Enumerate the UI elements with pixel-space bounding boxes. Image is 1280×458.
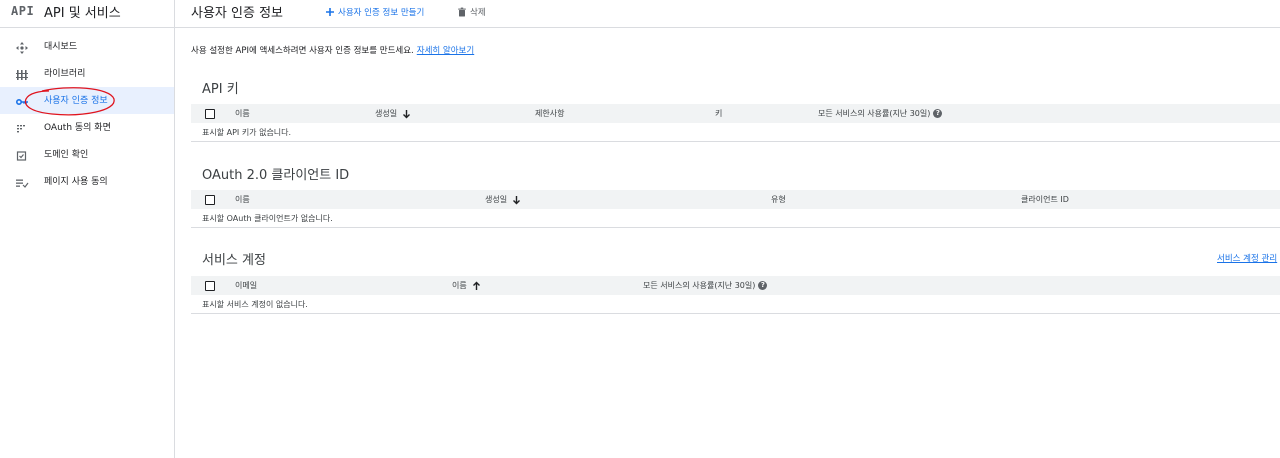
delete-label: 삭제: [470, 8, 486, 18]
trash-icon: [458, 7, 466, 17]
plus-icon: [326, 8, 334, 16]
sidebar-item-label: 대시보드: [44, 42, 78, 52]
column-header-key[interactable]: 키: [715, 108, 722, 119]
arrow-up-icon: [472, 281, 480, 290]
sidebar-item-dashboard[interactable]: 대시보드: [0, 33, 174, 60]
column-header-name[interactable]: 이름: [235, 194, 250, 205]
api-keys-table-header: 이름 생성일 제한사항 키 모든 서비스의 사용률(지난 30일)?: [191, 104, 1280, 123]
page-usage-icon: [15, 175, 29, 189]
consent-icon: [15, 121, 29, 135]
column-header-name[interactable]: 이름: [235, 108, 250, 119]
manage-service-accounts-link[interactable]: 서비스 계정 관리: [1217, 252, 1277, 264]
page-title: 사용자 인증 정보: [191, 6, 283, 21]
column-header-type[interactable]: 유형: [771, 194, 786, 205]
column-header-email[interactable]: 이메일: [235, 280, 257, 291]
intro-text: 사용 설정한 API에 액세스하려면 사용자 인증 정보를 만드세요. 자세히 알…: [191, 44, 474, 56]
empty-state-text: 표시할 API 키가 없습니다.: [202, 128, 292, 137]
oauth-clients-title: OAuth 2.0 클라이언트 ID: [202, 168, 350, 183]
sidebar-item-label: 도메인 확인: [44, 150, 89, 160]
library-icon: [15, 67, 29, 81]
select-all-checkbox[interactable]: [205, 281, 215, 291]
sidebar-item-oauth-consent[interactable]: OAuth 동의 화면: [0, 114, 174, 141]
page-header: 사용자 인증 정보 사용자 인증 정보 만들기 삭제: [175, 0, 1280, 28]
sidebar-item-label: 페이지 사용 동의: [44, 177, 108, 187]
empty-state-text: 표시할 서비스 계정이 없습니다.: [202, 300, 308, 309]
create-credentials-label: 사용자 인증 정보 만들기: [338, 8, 425, 18]
column-header-created[interactable]: 생성일: [375, 108, 411, 119]
column-header-restrictions[interactable]: 제한사항: [535, 108, 564, 119]
main-content: 사용 설정한 API에 액세스하려면 사용자 인증 정보를 만드세요. 자세히 알…: [175, 29, 1280, 458]
column-header-name[interactable]: 이름: [452, 280, 481, 291]
column-header-label: 생성일: [375, 109, 398, 118]
create-credentials-button[interactable]: 사용자 인증 정보 만들기: [325, 5, 424, 19]
intro-message: 사용 설정한 API에 액세스하려면 사용자 인증 정보를 만드세요.: [191, 46, 414, 56]
sidebar-item-library[interactable]: 라이브러리: [0, 60, 174, 87]
product-title: API 및 서비스: [44, 6, 121, 21]
column-header-label: 모든 서비스의 사용률(지난 30일): [643, 281, 756, 290]
sidebar-item-label: 사용자 인증 정보: [44, 96, 108, 106]
column-header-label: 생성일: [485, 195, 508, 204]
column-header-label: 이름: [452, 281, 467, 290]
arrow-down-icon: [513, 195, 521, 204]
delete-button[interactable]: 삭제: [457, 5, 486, 19]
empty-state-text: 표시할 OAuth 클라이언트가 없습니다.: [202, 214, 333, 223]
service-accounts-title: 서비스 계정: [202, 253, 266, 268]
sidebar: API API 및 서비스 대시보드 라이브러리 사용자 인증 정보 OAuth…: [0, 0, 175, 458]
empty-state-row: 표시할 API 키가 없습니다.: [191, 123, 1280, 142]
column-header-label: 모든 서비스의 사용률(지난 30일): [818, 109, 931, 118]
empty-state-row: 표시할 OAuth 클라이언트가 없습니다.: [191, 209, 1280, 228]
api-keys-title: API 키: [202, 82, 239, 97]
sidebar-item-page-usage-agreement[interactable]: 페이지 사용 동의: [0, 168, 174, 195]
empty-state-row: 표시할 서비스 계정이 없습니다.: [191, 295, 1280, 314]
arrow-down-icon: [403, 109, 411, 118]
dashboard-icon: [15, 40, 29, 54]
select-all-checkbox[interactable]: [205, 109, 215, 119]
oauth-table-header: 이름 생성일 유형 클라이언트 ID: [191, 190, 1280, 209]
sidebar-item-domain-verification[interactable]: 도메인 확인: [0, 141, 174, 168]
service-accounts-table-header: 이메일 이름 모든 서비스의 사용률(지난 30일)?: [191, 276, 1280, 295]
sidebar-item-label: 라이브러리: [44, 69, 86, 79]
brand-header: API API 및 서비스: [0, 0, 175, 28]
sidebar-item-credentials[interactable]: 사용자 인증 정보: [0, 87, 174, 114]
sidebar-item-label: OAuth 동의 화면: [44, 123, 111, 133]
help-icon[interactable]: ?: [933, 109, 943, 118]
sidebar-nav: 대시보드 라이브러리 사용자 인증 정보 OAuth 동의 화면 도메인 확인: [0, 33, 174, 195]
api-logo: API: [11, 4, 35, 18]
column-header-usage[interactable]: 모든 서비스의 사용률(지난 30일)?: [818, 108, 943, 119]
column-header-usage[interactable]: 모든 서비스의 사용률(지난 30일)?: [643, 280, 768, 291]
domain-check-icon: [15, 148, 29, 162]
learn-more-link[interactable]: 자세히 알아보기: [417, 46, 474, 56]
column-header-created[interactable]: 생성일: [485, 194, 521, 205]
key-icon: [15, 94, 29, 108]
help-icon[interactable]: ?: [758, 281, 768, 290]
select-all-checkbox[interactable]: [205, 195, 215, 205]
column-header-client-id[interactable]: 클라이언트 ID: [1021, 194, 1069, 205]
